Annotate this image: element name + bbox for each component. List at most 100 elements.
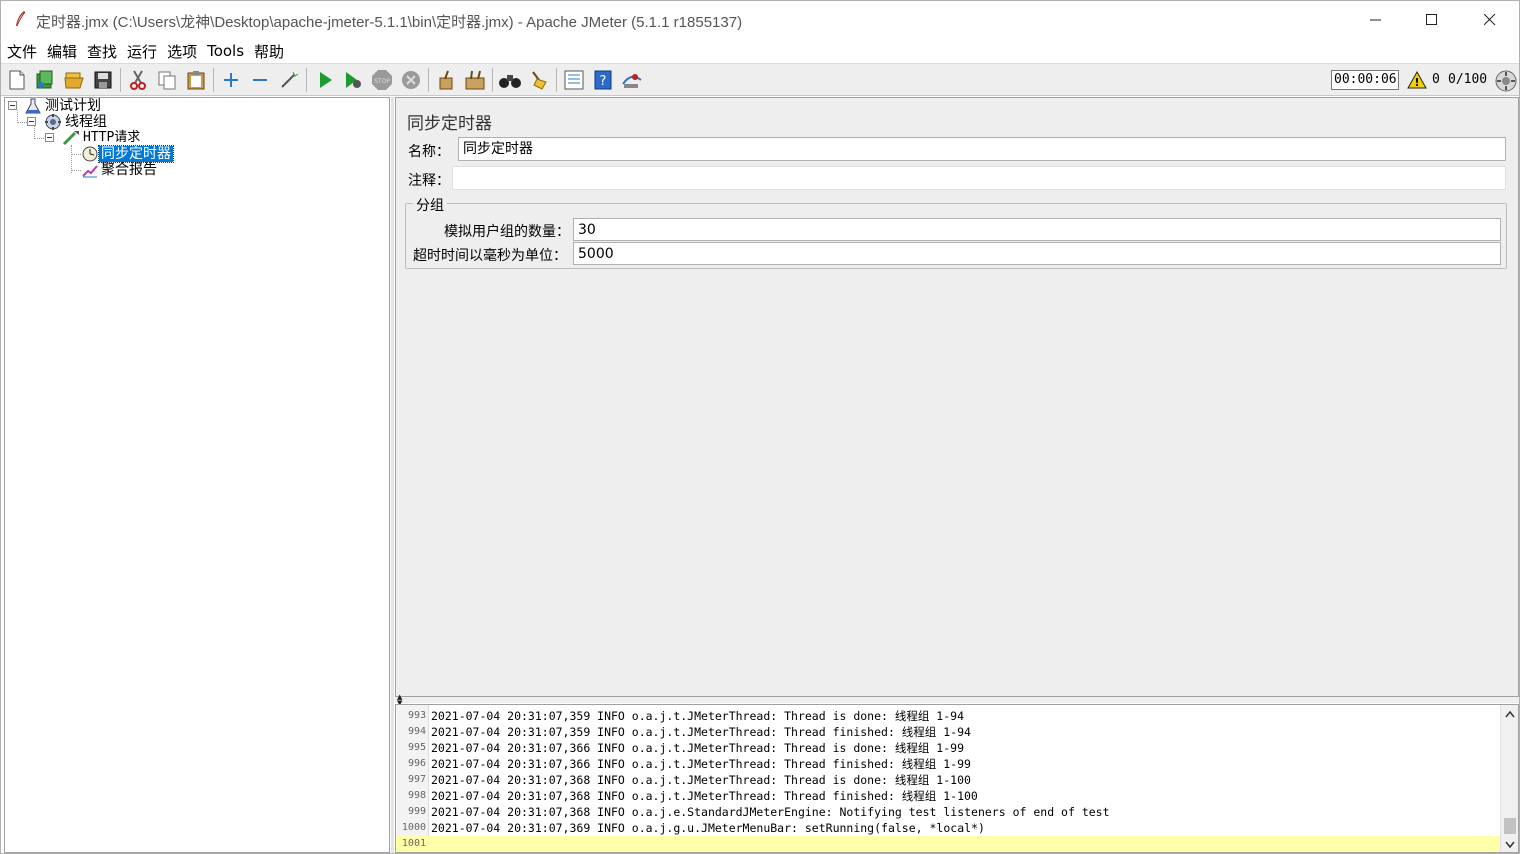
stop-button[interactable]: STOP — [371, 69, 393, 91]
log-line: 1000 2021-07-04 20:31:07,369 INFO o.a.j.… — [396, 820, 1500, 836]
function-helper-button[interactable] — [563, 69, 585, 91]
users-count-field[interactable]: 30 — [573, 218, 1501, 241]
line-number: 999 — [407, 806, 426, 817]
start-no-pauses-button[interactable] — [342, 69, 364, 91]
menu-search[interactable]: 查找 — [87, 41, 117, 62]
clear-all-button[interactable] — [464, 69, 486, 91]
comment-field[interactable] — [452, 166, 1506, 190]
split-pane-divider[interactable] — [391, 97, 394, 853]
timer-clock-icon — [82, 146, 98, 162]
templates-icon — [36, 70, 53, 89]
line-number: 998 — [407, 790, 426, 801]
close-button[interactable] — [1461, 1, 1519, 38]
tree-node-http-request[interactable]: HTTP请求 — [61, 130, 142, 146]
tree-node-aggregate-report[interactable]: 聚合报告 — [81, 162, 159, 178]
log-text: 2021-07-04 20:31:07,368 INFO o.a.j.t.JMe… — [431, 773, 971, 787]
menu-edit[interactable]: 编辑 — [47, 41, 77, 62]
reset-search-broom-icon — [532, 71, 547, 90]
log-viewer[interactable]: 993 2021-07-04 20:31:07,359 INFO o.a.j.t… — [395, 704, 1519, 853]
reset-search-button[interactable] — [528, 69, 550, 91]
log-line-current: 1001 — [396, 836, 1500, 852]
clear-button[interactable] — [435, 69, 457, 91]
maximize-icon — [1426, 13, 1437, 25]
listener-graph-icon — [82, 165, 98, 178]
timeout-field[interactable]: 5000 — [573, 242, 1501, 265]
log-text: 2021-07-04 20:31:07,359 INFO o.a.j.t.JMe… — [431, 725, 971, 739]
tree-label: 聚合报告 — [101, 162, 157, 178]
minimize-button[interactable] — [1347, 1, 1405, 38]
stop-icon: STOP — [372, 70, 392, 90]
tree-node-sync-timer[interactable]: 同步定时器 — [81, 145, 174, 163]
tree-expander[interactable] — [45, 133, 54, 142]
active-thread-count: 0/100 — [1448, 72, 1488, 87]
toolbar-separator — [306, 68, 307, 92]
tree-node-test-plan[interactable]: 测试计划 — [25, 98, 103, 114]
menu-run[interactable]: 运行 — [127, 41, 157, 62]
cut-button[interactable] — [127, 69, 149, 91]
title-bar: 定时器.jmx (C:\Users\龙神\Desktop\apache-jmet… — [1, 1, 1519, 38]
start-button[interactable] — [314, 69, 336, 91]
broom-all-icon — [465, 70, 485, 90]
toolbar-separator — [492, 68, 493, 92]
tree-expander[interactable] — [8, 101, 17, 110]
save-button[interactable] — [92, 69, 114, 91]
tree-label: 同步定时器 — [98, 145, 174, 163]
log-scrollbar[interactable] — [1500, 705, 1518, 852]
remote-start-button[interactable] — [621, 69, 643, 91]
plus-icon — [224, 73, 238, 87]
toolbar-separator — [213, 68, 214, 92]
scroll-down-button[interactable] — [1501, 836, 1518, 852]
chevron-up-icon — [1505, 710, 1515, 718]
list-icon — [564, 70, 584, 90]
log-line: 999 2021-07-04 20:31:07,368 INFO o.a.j.e… — [396, 804, 1500, 820]
log-line: 993 2021-07-04 20:31:07,359 INFO o.a.j.t… — [396, 708, 1500, 724]
menu-help[interactable]: 帮助 — [254, 41, 284, 62]
expand-all-button[interactable] — [220, 69, 242, 91]
group-legend: 分组 — [413, 195, 447, 215]
search-button[interactable] — [499, 69, 521, 91]
minus-icon — [253, 79, 267, 81]
name-field[interactable]: 同步定时器 — [458, 137, 1506, 161]
tree-node-thread-group[interactable]: 线程组 — [43, 114, 109, 130]
menu-file[interactable]: 文件 — [7, 41, 37, 62]
log-text: 2021-07-04 20:31:07,368 INFO o.a.j.t.JMe… — [431, 789, 978, 803]
new-button[interactable] — [6, 69, 28, 91]
element-config-panel: 同步定时器 名称： 同步定时器 注释： 分组 模拟用户组的数量： 30 超时时间… — [395, 97, 1519, 697]
maximize-button[interactable] — [1403, 1, 1461, 38]
shutdown-button[interactable] — [400, 69, 422, 91]
shutdown-icon — [402, 71, 420, 89]
toggle-button[interactable] — [278, 69, 300, 91]
http-sampler-pipette-icon — [62, 131, 79, 146]
line-number: 994 — [407, 726, 426, 737]
svg-text:!: ! — [1414, 76, 1419, 89]
svg-text:?: ? — [600, 74, 607, 89]
scroll-thumb[interactable] — [1504, 818, 1516, 834]
menu-tools[interactable]: Tools — [207, 42, 244, 60]
paste-button[interactable] — [185, 69, 207, 91]
templates-button[interactable] — [34, 69, 56, 91]
warning-icon[interactable]: ! — [1407, 71, 1427, 89]
close-icon — [1484, 13, 1496, 25]
tree-connector — [71, 170, 81, 171]
collapse-all-button[interactable] — [249, 69, 271, 91]
log-split-divider[interactable]: ▲ ▼ — [395, 694, 1519, 707]
scroll-up-button[interactable] — [1501, 705, 1518, 723]
help-button[interactable]: ? — [592, 69, 614, 91]
line-number: 996 — [407, 758, 426, 769]
copy-button[interactable] — [156, 69, 178, 91]
tree-connector — [71, 145, 72, 173]
window-title: 定时器.jmx (C:\Users\龙神\Desktop\apache-jmet… — [36, 14, 743, 31]
log-line: 995 2021-07-04 20:31:07,366 INFO o.a.j.t… — [396, 740, 1500, 756]
tree-expander[interactable] — [27, 117, 36, 126]
menu-options[interactable]: 选项 — [167, 41, 197, 62]
play-icon — [320, 72, 332, 88]
minimize-icon — [1370, 19, 1381, 20]
comment-label: 注释： — [408, 173, 450, 189]
jmeter-window: 定时器.jmx (C:\Users\龙神\Desktop\apache-jmet… — [0, 0, 1520, 854]
toolbar-separator — [120, 68, 121, 92]
open-button[interactable] — [63, 69, 85, 91]
open-folder-icon — [64, 72, 84, 89]
line-number: 1001 — [401, 838, 426, 849]
remote-icon — [622, 74, 642, 88]
tree-label: 测试计划 — [45, 98, 101, 114]
